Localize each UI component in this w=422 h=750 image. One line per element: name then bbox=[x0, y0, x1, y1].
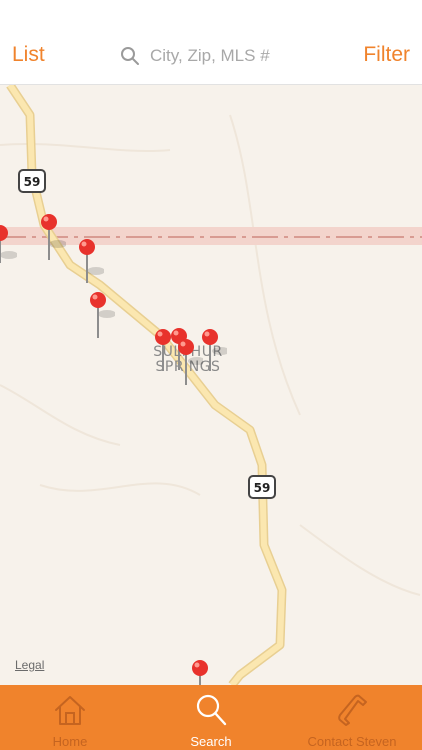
map-pin-icon[interactable] bbox=[36, 212, 66, 272]
tab-contact-label: Contact Steven bbox=[307, 734, 397, 749]
search-field[interactable] bbox=[120, 42, 300, 70]
search-icon bbox=[121, 47, 139, 65]
search-icon bbox=[196, 694, 227, 726]
tab-search-label: Search bbox=[190, 734, 232, 749]
tab-contact[interactable]: Contact Steven bbox=[282, 685, 422, 750]
map-pin-icon[interactable] bbox=[197, 327, 227, 387]
nav-bar: List Filter bbox=[0, 28, 422, 85]
map-pin-icon[interactable] bbox=[74, 237, 104, 297]
tab-home[interactable]: Home bbox=[0, 685, 140, 750]
highway-shield-icon: 59 bbox=[248, 475, 276, 499]
search-input[interactable] bbox=[150, 46, 300, 66]
tab-bar: Home Search Contact Steven bbox=[0, 685, 422, 750]
map-pin-icon[interactable] bbox=[85, 290, 115, 350]
tab-search[interactable]: Search bbox=[141, 685, 281, 750]
filter-button[interactable]: Filter bbox=[363, 43, 410, 67]
home-icon bbox=[55, 696, 85, 725]
map-pin-icon[interactable] bbox=[187, 658, 217, 685]
phone-icon bbox=[338, 694, 367, 726]
highway-shield-label: 59 bbox=[254, 481, 271, 495]
map-view[interactable]: 59 59 SULPHUR SPRINGS bbox=[0, 85, 422, 685]
map-pin-icon[interactable] bbox=[0, 223, 17, 283]
tab-home-label: Home bbox=[52, 734, 88, 749]
highway-shield-icon: 59 bbox=[18, 169, 46, 193]
status-bar bbox=[0, 0, 422, 28]
legal-link[interactable]: Legal bbox=[15, 658, 44, 672]
highway-shield-label: 59 bbox=[24, 175, 41, 189]
list-button[interactable]: List bbox=[12, 43, 45, 67]
